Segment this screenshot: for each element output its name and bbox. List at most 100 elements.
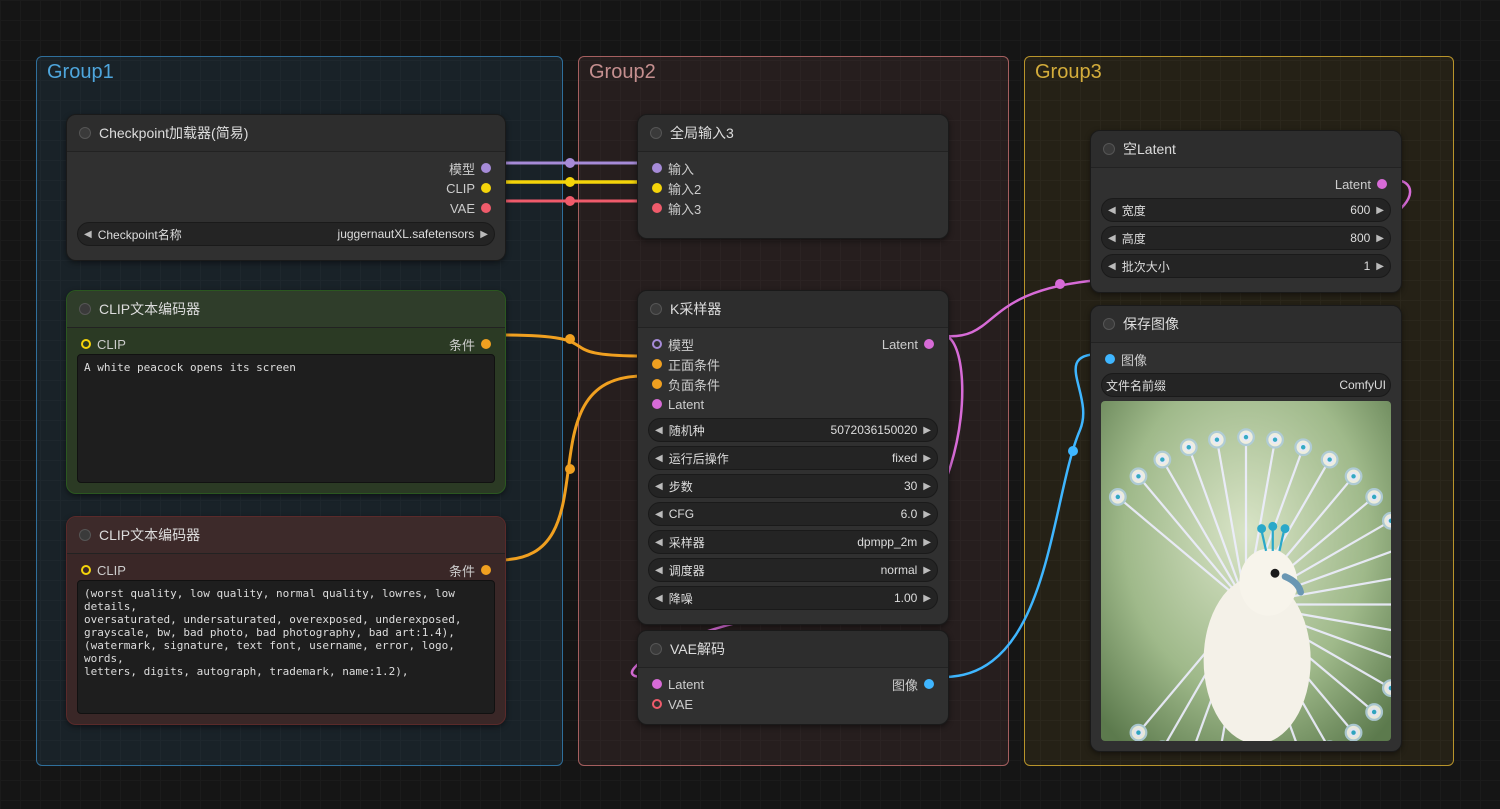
chevron-left-icon[interactable]: ◀ [1106, 261, 1118, 272]
node-title: 保存图像 [1123, 314, 1179, 334]
chevron-left-icon[interactable]: ◀ [653, 565, 665, 576]
collapse-icon[interactable] [79, 529, 91, 541]
input-port-clip[interactable] [81, 339, 91, 349]
node-titlebar[interactable]: Checkpoint加载器(简易) [67, 115, 505, 152]
chevron-left-icon[interactable]: ◀ [1106, 233, 1118, 244]
chevron-left-icon[interactable]: ◀ [653, 481, 665, 492]
chevron-right-icon[interactable]: ▶ [921, 565, 933, 576]
input-port-latent[interactable] [652, 679, 662, 689]
param-row[interactable]: ◀采样器 dpmpp_2m▶ [648, 530, 938, 554]
param-value: juggernautXL.safetensors [338, 227, 475, 241]
param-row[interactable]: ◀步数 30▶ [648, 474, 938, 498]
node-titlebar[interactable]: K采样器 [638, 291, 948, 328]
param-row[interactable]: ◀CFG 6.0▶ [648, 502, 938, 526]
param-row[interactable]: ◀运行后操作 fixed▶ [648, 446, 938, 470]
chevron-left-icon[interactable]: ◀ [653, 537, 665, 548]
node-empty-latent[interactable]: 空Latent Latent ◀宽度 600▶ ◀高度 800▶ ◀批次大小 1… [1090, 130, 1402, 293]
collapse-icon[interactable] [79, 303, 91, 315]
chevron-right-icon[interactable]: ▶ [1374, 205, 1386, 216]
chevron-left-icon[interactable]: ◀ [653, 425, 665, 436]
input-port-latent[interactable] [652, 399, 662, 409]
input-port-clip[interactable] [81, 565, 91, 575]
node-clip-negative[interactable]: CLIP文本编码器 CLIP 条件 (worst quality, low qu… [66, 516, 506, 725]
chevron-right-icon[interactable]: ▶ [1374, 261, 1386, 272]
input-port-2[interactable] [652, 183, 662, 193]
input-port-3[interactable] [652, 203, 662, 213]
output-port-conditioning[interactable] [481, 565, 491, 575]
input-label: 输入3 [668, 199, 701, 218]
param-row[interactable]: ◀宽度 600▶ [1101, 198, 1391, 222]
output-label: 条件 [449, 335, 475, 354]
input-label: 图像 [1121, 350, 1147, 369]
param-row[interactable]: ◀高度 800▶ [1101, 226, 1391, 250]
node-vae-decode[interactable]: VAE解码 Latent 图像 VAE [637, 630, 949, 725]
node-titlebar[interactable]: VAE解码 [638, 631, 948, 668]
output-port-latent[interactable] [924, 339, 934, 349]
node-titlebar[interactable]: 保存图像 [1091, 306, 1401, 343]
input-port-1[interactable] [652, 163, 662, 173]
param-label: 文件名前缀 [1106, 377, 1166, 394]
input-port-image[interactable] [1105, 354, 1115, 364]
node-canvas[interactable]: Group1 Group2 Group3 Checkpoint加载器( [0, 0, 1500, 809]
chevron-left-icon[interactable]: ◀ [82, 229, 94, 240]
node-title: 空Latent [1123, 139, 1176, 159]
input-label: 模型 [668, 335, 694, 354]
input-port-vae[interactable] [652, 699, 662, 709]
input-label: 负面条件 [668, 375, 720, 394]
prompt-textarea[interactable]: (worst quality, low quality, normal qual… [77, 580, 495, 714]
chevron-right-icon[interactable]: ▶ [921, 425, 933, 436]
chevron-left-icon[interactable]: ◀ [653, 509, 665, 520]
chevron-right-icon[interactable]: ▶ [921, 509, 933, 520]
collapse-icon[interactable] [650, 303, 662, 315]
param-filename-prefix[interactable]: 文件名前缀 ComfyUI [1101, 373, 1391, 397]
collapse-icon[interactable] [650, 127, 662, 139]
collapse-icon[interactable] [650, 643, 662, 655]
chevron-left-icon[interactable]: ◀ [653, 453, 665, 464]
output-label: Latent [882, 337, 918, 352]
collapse-icon[interactable] [79, 127, 91, 139]
input-port-positive[interactable] [652, 359, 662, 369]
node-save-image[interactable]: 保存图像 图像 文件名前缀 ComfyUI [1090, 305, 1402, 752]
chevron-left-icon[interactable]: ◀ [1106, 205, 1118, 216]
input-label: 正面条件 [668, 355, 720, 374]
output-port-clip[interactable] [481, 183, 491, 193]
input-label: 输入2 [668, 179, 701, 198]
param-label: 批次大小 [1122, 258, 1170, 275]
chevron-left-icon[interactable]: ◀ [653, 593, 665, 604]
param-checkpoint-name[interactable]: ◀ Checkpoint名称 juggernautXL.safetensors▶ [77, 222, 495, 246]
chevron-right-icon[interactable]: ▶ [921, 453, 933, 464]
collapse-icon[interactable] [1103, 318, 1115, 330]
output-port-image[interactable] [924, 679, 934, 689]
node-titlebar[interactable]: CLIP文本编码器 [67, 517, 505, 554]
chevron-right-icon[interactable]: ▶ [478, 229, 490, 240]
node-clip-positive[interactable]: CLIP文本编码器 CLIP 条件 A white peacock opens … [66, 290, 506, 494]
node-titlebar[interactable]: 空Latent [1091, 131, 1401, 168]
chevron-right-icon[interactable]: ▶ [921, 537, 933, 548]
chevron-right-icon[interactable]: ▶ [1374, 233, 1386, 244]
prompt-textarea[interactable]: A white peacock opens its screen [77, 354, 495, 483]
node-global-inputs[interactable]: 全局输入3 输入 输入2 输入3 [637, 114, 949, 239]
node-titlebar[interactable]: 全局输入3 [638, 115, 948, 152]
param-row[interactable]: ◀批次大小 1▶ [1101, 254, 1391, 278]
node-title: Checkpoint加载器(简易) [99, 123, 248, 143]
chevron-right-icon[interactable]: ▶ [921, 481, 933, 492]
param-label: Checkpoint名称 [98, 226, 182, 243]
output-port-model[interactable] [481, 163, 491, 173]
input-port-negative[interactable] [652, 379, 662, 389]
output-port-vae[interactable] [481, 203, 491, 213]
chevron-right-icon[interactable]: ▶ [921, 593, 933, 604]
node-checkpoint-loader[interactable]: Checkpoint加载器(简易) 模型 CLIP VAE ◀Checkpoin… [66, 114, 506, 261]
collapse-icon[interactable] [1103, 143, 1115, 155]
output-port-latent[interactable] [1377, 179, 1387, 189]
input-label: 输入 [668, 159, 694, 178]
param-row[interactable]: ◀随机种 5072036150020▶ [648, 418, 938, 442]
param-row[interactable]: ◀降噪 1.00▶ [648, 586, 938, 610]
param-value: 800 [1350, 231, 1370, 245]
param-row[interactable]: ◀调度器 normal▶ [648, 558, 938, 582]
output-label: 条件 [449, 561, 475, 580]
input-port-model[interactable] [652, 339, 662, 349]
input-label: Latent [668, 677, 704, 692]
output-port-conditioning[interactable] [481, 339, 491, 349]
node-ksampler[interactable]: K采样器 模型 Latent 正面条件 负面条件 Latent ◀随机种 507… [637, 290, 949, 625]
node-titlebar[interactable]: CLIP文本编码器 [67, 291, 505, 328]
